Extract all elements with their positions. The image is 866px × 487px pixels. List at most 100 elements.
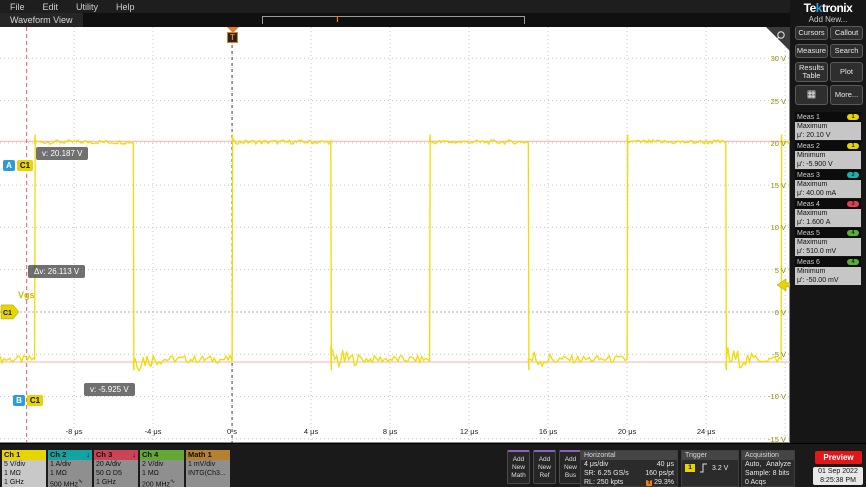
trigger-title: Trigger — [682, 451, 738, 460]
meas-4-value: μ′: 1.600 A — [797, 218, 859, 227]
results-table-button[interactable]: Results Table — [795, 62, 828, 82]
math-1-badge[interactable]: Math 1 1 mV/divINTG(Ch3... — [186, 450, 230, 487]
channel-4-badge[interactable]: Ch 4 2 V/div1 MΩ200 MHz∿ — [140, 450, 184, 487]
menu-utility[interactable]: Utility — [76, 2, 98, 12]
more-button[interactable]: More... — [830, 85, 863, 105]
channel-4-header: Ch 4 — [140, 450, 184, 460]
y-tick-label: 15 V — [756, 181, 786, 190]
meas-4-name: Meas 4 — [797, 201, 820, 208]
plot-button[interactable]: Plot — [830, 62, 863, 82]
x-tick-label: 0 s — [227, 427, 237, 436]
meas-5-name: Meas 5 — [797, 230, 820, 237]
meas-3-name: Meas 3 — [797, 172, 820, 179]
meas-1-value: μ′: 20.10 V — [797, 131, 859, 140]
ch1-impedance: 1 MΩ — [4, 469, 44, 478]
ch3-impedance: 50 Ω D5 — [96, 469, 136, 478]
y-tick-label: 30 V — [756, 54, 786, 63]
meas-3-value: μ′: 40.00 mA — [797, 189, 859, 198]
trigger-position-icon: T — [646, 480, 652, 486]
x-tick-label: 16 μs — [539, 427, 558, 436]
ch2-impedance: 1 MΩ — [50, 469, 90, 478]
y-tick-label: 5 V — [756, 266, 786, 275]
meas-4-badge[interactable]: Meas 43 Maximumμ′: 1.600 A — [795, 199, 861, 227]
cursor-b-badge[interactable]: B — [13, 395, 25, 406]
search-button[interactable]: Search — [830, 44, 863, 58]
channel-1-badge[interactable]: Ch 1 5 V/div1 MΩ1 GHz — [2, 450, 46, 487]
meas-6-name: Meas 6 — [797, 259, 820, 266]
meas-5-badge[interactable]: Meas 54 Maximumμ′: 510.0 mV — [795, 228, 861, 256]
ch1-bandwidth: 1 GHz — [4, 478, 44, 487]
oscilloscope-app: File Edit Utility Help Waveform View T C… — [0, 0, 866, 487]
meas-3-badge[interactable]: Meas 32 Maximumμ′: 40.00 mA — [795, 170, 861, 198]
cursor-a-badge[interactable]: A — [3, 160, 15, 171]
ch2-scale: 1 A/div — [50, 460, 90, 469]
meas-1-badge[interactable]: Meas 1 1 Maximumμ′: 20.10 V — [795, 112, 861, 140]
meas-2-name: Meas 2 — [797, 143, 820, 150]
vgs-trace — [0, 134, 789, 370]
meas-6-source-pill: 4 — [847, 259, 859, 265]
cursor-a-source-badge[interactable]: C1 — [17, 160, 33, 171]
waveform-graticule[interactable]: C1 T A C1 v: 20.187 V Δv: 26.113 V Vgs B… — [0, 27, 790, 443]
channel-2-header: Ch 2↓ — [48, 450, 92, 460]
y-tick-label: 25 V — [756, 97, 786, 106]
measure-button[interactable]: Measure — [795, 44, 828, 58]
record-trigger-marker-icon[interactable]: T — [335, 15, 343, 25]
horiz-record-length: RL: 250 kpts — [584, 478, 623, 487]
acq-mode: Auto, — [745, 460, 761, 469]
menu-edit[interactable]: Edit — [43, 2, 59, 12]
meas-1-source-pill: 1 — [847, 114, 859, 120]
y-tick-label: 10 V — [756, 223, 786, 232]
cursor-a-readout[interactable]: v: 20.187 V — [36, 147, 88, 160]
cursor-b-source-badge[interactable]: C1 — [27, 395, 43, 406]
horizontal-panel[interactable]: Horizontal 4 μs/div40 μs SR: 6.25 GS/s16… — [580, 450, 678, 487]
tab-strip: Waveform View T — [0, 13, 790, 27]
horiz-sample-rate: SR: 6.25 GS/s — [584, 469, 629, 478]
y-tick-label: 20 V — [756, 139, 786, 148]
trigger-panel[interactable]: Trigger 1 3.2 V — [681, 450, 739, 487]
horiz-scale: 4 μs/div — [584, 460, 608, 469]
settings-bar: Ch 1 5 V/div1 MΩ1 GHz Ch 2↓ 1 A/div1 MΩ5… — [0, 443, 866, 487]
acquisition-panel[interactable]: Acquisition Auto,Analyze Sample: 8 bits … — [741, 450, 795, 487]
cursors-button[interactable]: Cursors — [795, 26, 828, 40]
ch4-scale: 2 V/div — [142, 460, 182, 469]
meas-1-stat: Maximum — [797, 122, 859, 131]
add-new-label: Add New... — [790, 15, 866, 24]
cursor-delta-readout[interactable]: Δv: 26.113 V — [28, 265, 85, 278]
menu-file[interactable]: File — [10, 2, 25, 12]
right-sidebar: Tektronix Add New... Cursors Callout Mea… — [790, 0, 866, 443]
meas-5-value: μ′: 510.0 mV — [797, 247, 859, 256]
ch4-bandwidth: 200 MHz∿ — [142, 478, 182, 487]
channel-1-header: Ch 1 — [2, 450, 46, 460]
add-new-math-button[interactable]: Add New Math — [507, 450, 530, 484]
waveform-canvas: C1 — [0, 27, 790, 443]
meas-2-badge[interactable]: Meas 21 Minimumμ′: -5.900 V — [795, 141, 861, 169]
x-tick-label: 8 μs — [383, 427, 397, 436]
add-new-bus-button[interactable]: Add New Bus — [559, 450, 582, 484]
callout-button[interactable]: Callout — [830, 26, 863, 40]
meas-5-source-pill: 4 — [847, 230, 859, 236]
meas-1-name: Meas 1 — [797, 114, 820, 121]
tab-waveform-view[interactable]: Waveform View — [0, 13, 83, 27]
preview-button[interactable]: Preview — [815, 451, 862, 464]
meas-2-source-pill: 1 — [847, 143, 859, 149]
ch3-bandwidth: 1 GHz — [96, 478, 136, 487]
acq-action: Analyze — [766, 460, 791, 469]
cursor-b-readout[interactable]: v: -5.925 V — [84, 383, 135, 396]
channel-3-badge[interactable]: Ch 3↓ 20 A/div50 Ω D51 GHz — [94, 450, 138, 487]
ch2-bw-limit-icon: ∿ — [78, 479, 83, 485]
horizontal-title: Horizontal — [581, 451, 677, 460]
trigger-position-flag[interactable]: T — [226, 27, 240, 45]
meas-2-value: μ′: -5.900 V — [797, 160, 859, 169]
mask-test-button[interactable]: ▦ — [795, 85, 828, 105]
acq-count: 0 Acqs — [745, 478, 766, 487]
tektronix-logo: Tektronix — [790, 1, 866, 15]
trigger-level-arrow-icon — [777, 279, 790, 291]
meas-6-badge[interactable]: Meas 64 Minimumμ′: -50.00 mV — [795, 257, 861, 285]
channel-2-badge[interactable]: Ch 2↓ 1 A/div1 MΩ500 MHz∿ — [48, 450, 92, 487]
record-view-bar[interactable]: T — [262, 16, 525, 24]
horiz-resolution: 160 ps/pt — [645, 469, 674, 478]
add-new-ref-button[interactable]: Add New Ref — [533, 450, 556, 484]
x-tick-label: 20 μs — [618, 427, 637, 436]
menu-help[interactable]: Help — [116, 2, 135, 12]
y-tick-label: -10 V — [756, 392, 786, 401]
